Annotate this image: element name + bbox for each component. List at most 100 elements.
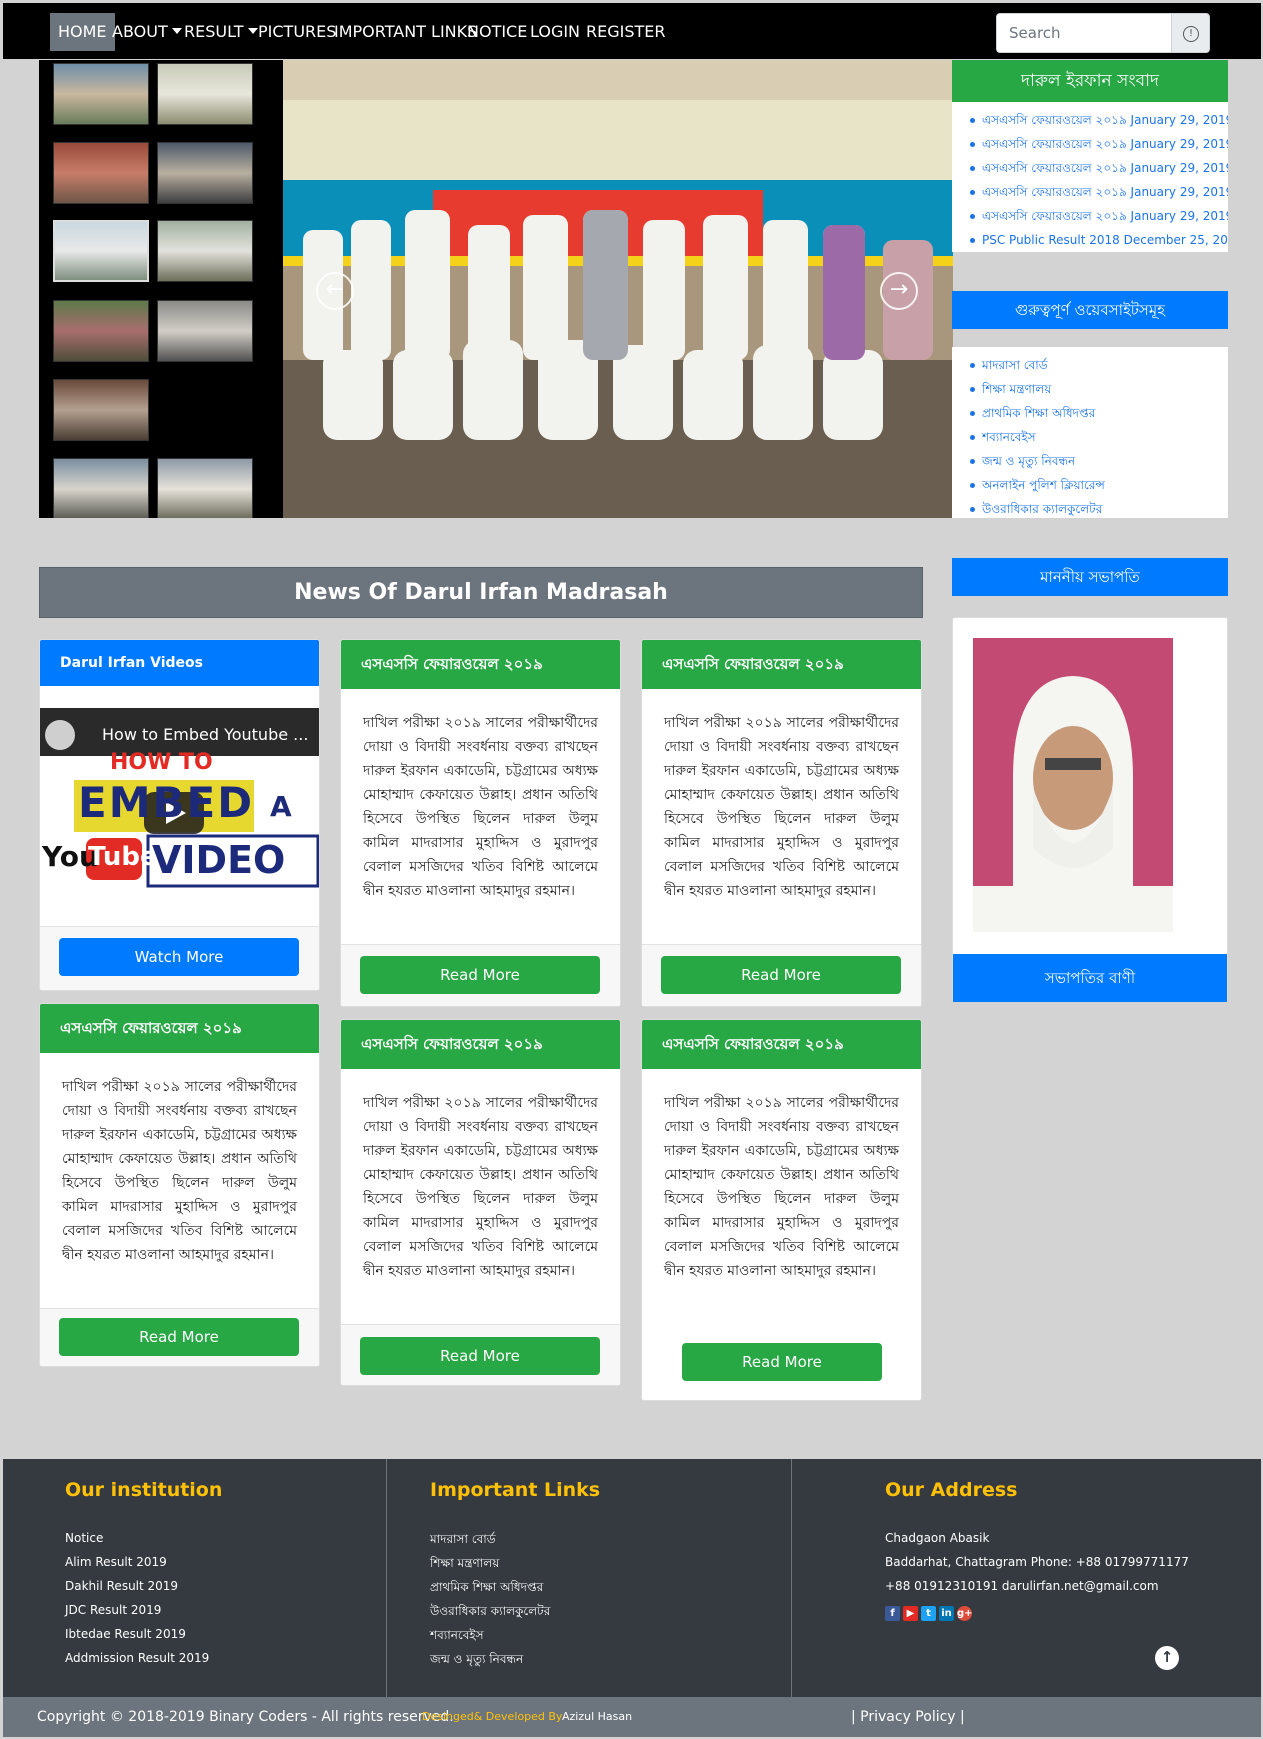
nav-important-links-label: IMPORTANT LINKS <box>334 22 478 41</box>
news-box-item[interactable]: এসএসসি ফেয়ারওয়েল ২০১৯ January 29, 2019 <box>970 204 1228 228</box>
news-box-item[interactable]: এসএসসি ফেয়ারওয়েল ২০১৯ January 29, 2019 <box>970 132 1228 156</box>
read-more-button[interactable]: Read More <box>661 956 901 994</box>
article-card: এসএসসি ফেয়ারওয়েল ২০১৯ দাখিল পরীক্ষা ২০… <box>39 1003 320 1367</box>
gallery-thumbnail[interactable] <box>157 63 253 125</box>
footer-link[interactable]: Ibtedae Result 2019 <box>65 1627 186 1641</box>
footer-link[interactable]: জন্ম ও মৃত্যু নিবন্ধন <box>430 1651 523 1671</box>
footer: Our institution Notice Alim Result 2019 … <box>3 1459 1261 1697</box>
video-thumb-text: VIDEO <box>152 838 286 882</box>
news-box-item[interactable]: এসএসসি ফেয়ারওয়েল ২০১৯ January 29, 2019 <box>970 180 1228 204</box>
gallery-thumbnail-selected[interactable] <box>53 220 149 282</box>
video-thumb-text: A <box>270 790 292 823</box>
website-link[interactable]: অনলাইন পুলিশ ক্লিয়ারেন্স <box>970 473 1228 497</box>
arrow-up-icon: ↑ <box>1160 1648 1174 1666</box>
designed-by-label: Desinged& Developed By <box>422 1710 563 1723</box>
caret-down-icon <box>171 28 182 34</box>
footer-link[interactable]: মাদরাসা বোর্ড <box>430 1531 496 1551</box>
nav-important-links[interactable]: IMPORTANT LINKS <box>334 13 477 51</box>
news-box-list: এসএসসি ফেয়ারওয়েল ২০১৯ January 29, 2019… <box>952 102 1228 252</box>
website-link[interactable]: শব্যানবেইস <box>970 425 1228 449</box>
nav-register[interactable]: REGISTER <box>586 13 666 51</box>
article-body: দাখিল পরীক্ষা ২০১৯ সালের পরীক্ষার্থীদের … <box>363 1095 598 1279</box>
read-more-button[interactable]: Read More <box>360 1337 600 1375</box>
info-icon: ! <box>1183 26 1199 42</box>
website-link[interactable]: জন্ম ও মৃত্যু নিবন্ধন <box>970 449 1228 473</box>
gallery-thumbnail[interactable] <box>53 379 149 441</box>
nav-result[interactable]: RESULT <box>184 13 258 51</box>
youtube-embed[interactable]: How to Embed Youtube ... HOW TO EMBED A … <box>40 708 319 908</box>
article-footer: Read More <box>40 1308 319 1366</box>
read-more-button[interactable]: Read More <box>59 1318 299 1356</box>
nav-about[interactable]: ABOUT <box>112 13 182 51</box>
footer-link[interactable]: শব্যানবেইস <box>430 1627 484 1647</box>
article-title[interactable]: এসএসসি ফেয়ারওয়েল ২০১৯ <box>40 1004 319 1053</box>
read-more-button[interactable]: Read More <box>682 1343 882 1381</box>
scroll-to-top-button[interactable]: ↑ <box>1155 1646 1179 1670</box>
gallery-thumbnail[interactable] <box>53 300 149 362</box>
article-title[interactable]: এসএসসি ফেয়ারওয়েল ২০১৯ <box>341 640 620 689</box>
news-box-item[interactable]: এসএসসি ফেয়ারওয়েল ২০১৯ January 29, 2019 <box>970 108 1228 132</box>
search-input[interactable]: Search <box>996 13 1172 53</box>
footer-title: Important Links <box>430 1479 601 1501</box>
slider-image <box>283 60 953 518</box>
facebook-icon[interactable]: f <box>885 1606 900 1621</box>
nav-register-label: REGISTER <box>586 22 666 41</box>
website-link[interactable]: উওরাধিকার ক্যালকুলেটর <box>970 497 1228 521</box>
website-link[interactable]: মাদরাসা বোর্ড <box>970 353 1228 377</box>
footer-link[interactable]: প্রাথমিক শিক্ষা অধিদপ্তর <box>430 1579 543 1599</box>
president-title: মাননীয় সভাপতি <box>952 558 1228 596</box>
article-title[interactable]: এসএসসি ফেয়ারওয়েল ২০১৯ <box>341 1020 620 1069</box>
footer-important-links: Important Links মাদরাসা বোর্ড শিক্ষা মন্… <box>387 1459 791 1697</box>
news-box-item[interactable]: এসএসসি ফেয়ারওয়েল ২০১৯ January 29, 2019 <box>970 156 1228 180</box>
footer-link[interactable]: JDC Result 2019 <box>65 1603 161 1617</box>
designer-name[interactable]: Azizul Hasan <box>562 1697 632 1737</box>
video-thumb-text: HOW TO <box>110 750 213 775</box>
website-link[interactable]: শিক্ষা মন্ত্রণালয় <box>970 377 1228 401</box>
footer-link[interactable]: Notice <box>65 1531 103 1545</box>
gallery-thumbnail[interactable] <box>157 458 253 518</box>
watch-more-button[interactable]: Watch More <box>59 938 299 976</box>
gallery-thumbnail[interactable] <box>157 142 253 204</box>
nav-login[interactable]: LOGIN <box>530 13 580 51</box>
nav-login-label: LOGIN <box>530 22 581 41</box>
article-footer: Read More <box>642 944 921 1006</box>
read-more-button[interactable]: Read More <box>360 956 600 994</box>
article-footer: Read More <box>341 1324 620 1385</box>
search-button[interactable]: ! <box>1171 13 1210 53</box>
nav-notice-label: NOTICE <box>467 22 528 41</box>
president-message-button[interactable]: সভাপতির বাণী <box>953 954 1227 1002</box>
website-link[interactable]: প্রাথমিক শিক্ষা অধিদপ্তর <box>970 401 1228 425</box>
footer-link[interactable]: Dakhil Result 2019 <box>65 1579 178 1593</box>
footer-address: Our Address Chadgaon Abasik Baddarhat, C… <box>792 1459 1261 1697</box>
video-title[interactable]: How to Embed Youtube ... <box>102 725 308 744</box>
hero-slider[interactable]: ← → <box>283 60 953 518</box>
article-title[interactable]: এসএসসি ফেয়ারওয়েল ২০১৯ <box>642 1020 921 1069</box>
footer-link[interactable]: শিক্ষা মন্ত্রণালয় <box>430 1555 499 1575</box>
gallery-thumbnail[interactable] <box>53 63 149 125</box>
gallery-thumbnail[interactable] <box>53 458 149 518</box>
social-links: f ▶ t in g+ <box>885 1601 975 1621</box>
footer-link[interactable]: Addmission Result 2019 <box>65 1651 209 1665</box>
slider-prev-button[interactable]: ← <box>316 272 354 310</box>
gallery-thumbnail[interactable] <box>157 220 253 282</box>
nav-home[interactable]: HOME <box>50 13 115 51</box>
privacy-policy-link[interactable]: | Privacy Policy | <box>851 1697 965 1737</box>
slider-next-button[interactable]: → <box>880 272 918 310</box>
nav-pictures[interactable]: PICTURES <box>258 13 336 51</box>
article-title[interactable]: এসএসসি ফেয়ারওয়েল ২০১৯ <box>642 640 921 689</box>
nav-notice[interactable]: NOTICE <box>467 13 527 51</box>
youtube-icon[interactable]: ▶ <box>903 1606 918 1621</box>
footer-link[interactable]: Alim Result 2019 <box>65 1555 167 1569</box>
gallery-thumbnail[interactable] <box>53 142 149 204</box>
twitter-icon[interactable]: t <box>921 1606 936 1621</box>
president-photo <box>973 638 1173 932</box>
news-box-item[interactable]: PSC Public Result 2018 December 25, 2018 <box>970 228 1228 252</box>
footer-link[interactable]: উওরাধিকার ক্যালকুলেটর <box>430 1603 550 1623</box>
linkedin-icon[interactable]: in <box>939 1606 954 1621</box>
caret-down-icon <box>247 28 258 34</box>
chevron-right-icon: → <box>889 277 909 302</box>
gallery-thumbnail[interactable] <box>157 300 253 362</box>
footer-title: Our institution <box>65 1479 223 1501</box>
google-plus-icon[interactable]: g+ <box>957 1606 973 1621</box>
nav-pictures-label: PICTURES <box>258 22 337 41</box>
